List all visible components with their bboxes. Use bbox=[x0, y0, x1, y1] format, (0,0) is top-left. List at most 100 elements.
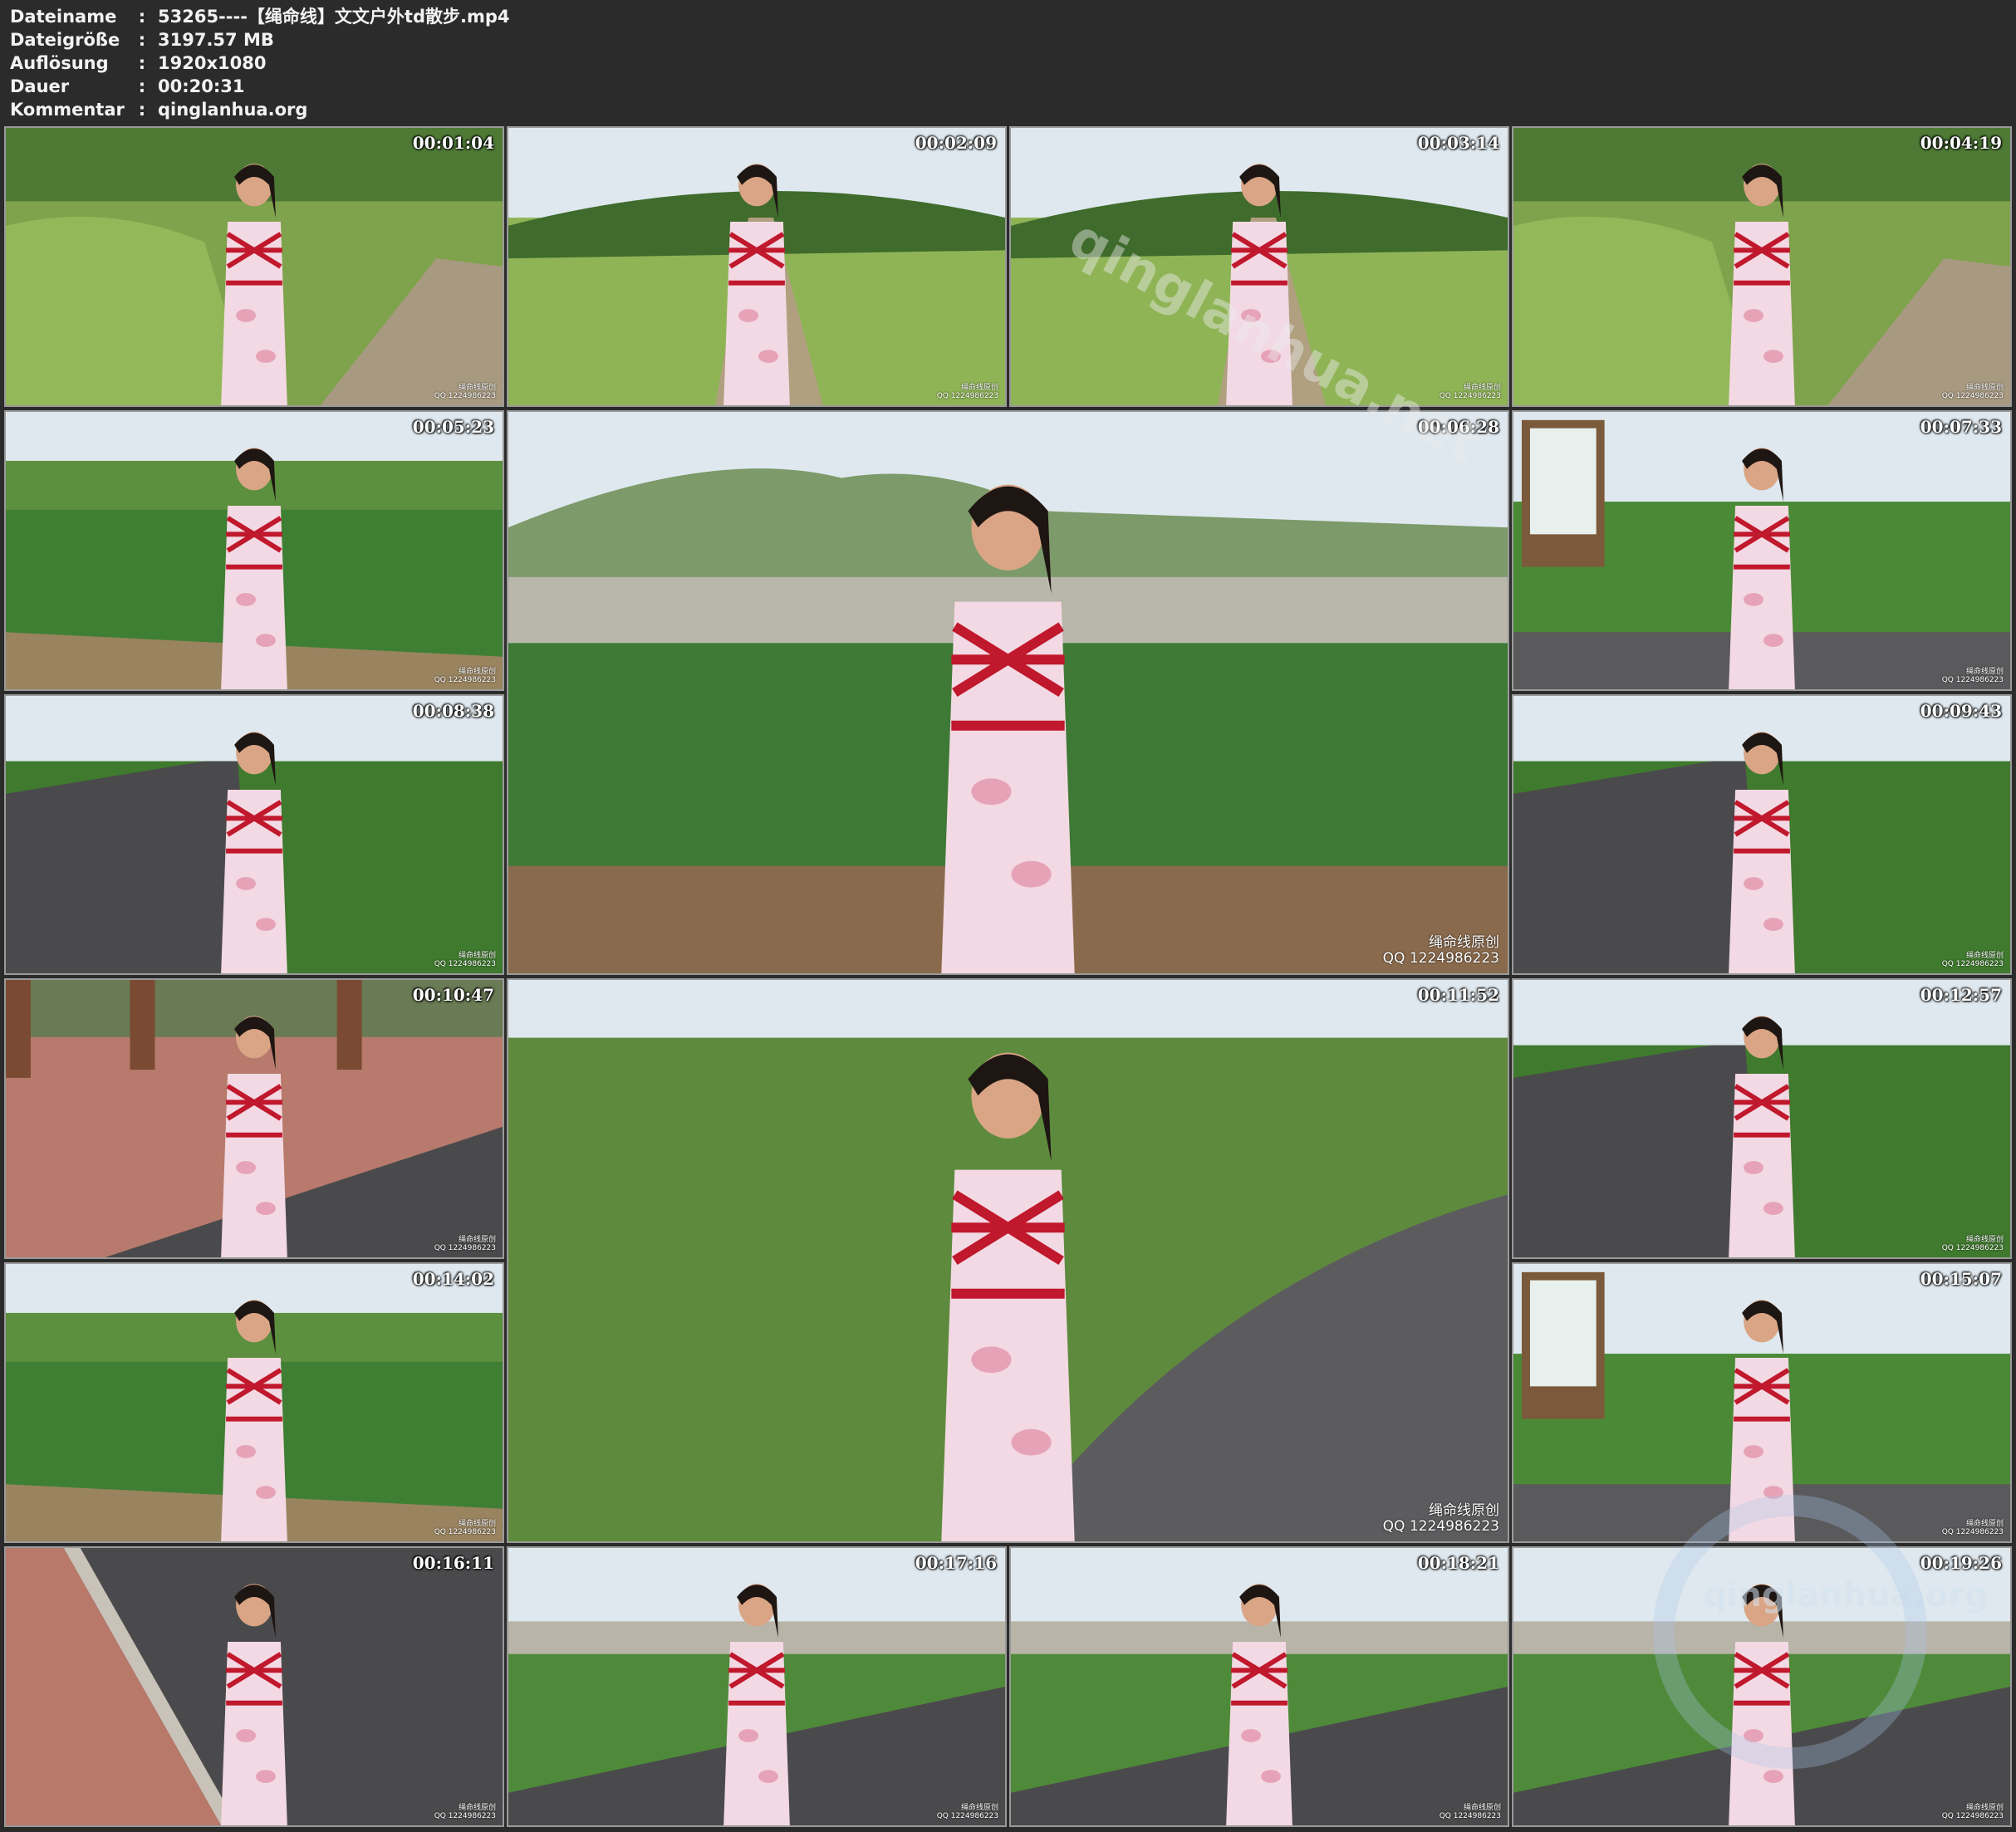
video-thumbnail[interactable]: 00:01:04 绳命线原创 QQ 1224986223 bbox=[4, 126, 504, 407]
meta-separator: : bbox=[138, 30, 146, 50]
meta-row-duration: Dauer:00:20:31 bbox=[10, 75, 244, 98]
watermark-line-2: QQ 1224986223 bbox=[1941, 676, 2004, 684]
thumbnail-timestamp: 00:02:09 bbox=[915, 133, 997, 153]
video-thumbnail[interactable]: 00:17:16 绳命线原创 QQ 1224986223 bbox=[507, 1546, 1007, 1827]
video-thumbnail[interactable]: 00:06:28 绳命线原创 QQ 1224986223 bbox=[507, 410, 1509, 975]
watermark-line-1: 绳命线原创 bbox=[1965, 668, 2004, 676]
thumbnail-timestamp: 00:06:28 bbox=[1417, 417, 1499, 437]
thumbnail-watermark: 绳命线原创 QQ 1224986223 bbox=[434, 1520, 496, 1536]
thumbnail-timestamp: 00:18:21 bbox=[1417, 1553, 1499, 1573]
meta-separator: : bbox=[138, 53, 146, 73]
video-thumbnail[interactable]: 00:14:02 绳命线原创 QQ 1224986223 bbox=[4, 1262, 504, 1543]
meta-value-filename: 53265----【绳命线】文文户外td散步.mp4 bbox=[158, 7, 510, 27]
thumbnail-timestamp: 00:16:11 bbox=[412, 1553, 494, 1573]
watermark-line-2: QQ 1224986223 bbox=[434, 1244, 496, 1252]
watermark-line-2: QQ 1224986223 bbox=[1439, 392, 1501, 400]
watermark-line-1: 绳命线原创 bbox=[458, 384, 496, 392]
watermark-line-1: 绳命线原创 bbox=[1965, 1520, 2004, 1528]
video-thumbnail[interactable]: 00:05:23 绳命线原创 QQ 1224986223 bbox=[4, 410, 504, 691]
watermark-line-1: 绳命线原创 bbox=[1429, 934, 1499, 951]
meta-key: Auflösung bbox=[10, 53, 109, 73]
scene-image bbox=[6, 128, 503, 405]
meta-key: Dauer bbox=[10, 76, 70, 96]
meta-key: Kommentar bbox=[10, 100, 125, 120]
meta-row-resolution: Auflösung:1920x1080 bbox=[10, 51, 266, 75]
video-thumbnail[interactable]: 00:02:09 绳命线原创 QQ 1224986223 bbox=[507, 126, 1007, 407]
meta-value-filesize: 3197.57 MB bbox=[158, 30, 274, 50]
video-thumbnail[interactable]: 00:12:57 绳命线原创 QQ 1224986223 bbox=[1512, 978, 2012, 1259]
scene-image bbox=[6, 1264, 503, 1541]
video-thumbnail[interactable]: 00:10:47 绳命线原创 QQ 1224986223 bbox=[4, 978, 504, 1259]
scene-image bbox=[508, 980, 1508, 1541]
video-thumbnail[interactable]: 00:07:33 绳命线原创 QQ 1224986223 bbox=[1512, 410, 2012, 691]
watermark-line-1: 绳命线原创 bbox=[458, 1520, 496, 1528]
meta-value-duration: 00:20:31 bbox=[158, 76, 245, 96]
watermark-line-2: QQ 1224986223 bbox=[1941, 960, 2004, 968]
scene-image bbox=[6, 1548, 503, 1825]
video-thumbnail[interactable]: 00:04:19 绳命线原创 QQ 1224986223 bbox=[1512, 126, 2012, 407]
watermark-line-2: QQ 1224986223 bbox=[434, 1812, 496, 1820]
watermark-line-1: 绳命线原创 bbox=[1965, 952, 2004, 960]
watermark-line-2: QQ 1224986223 bbox=[936, 392, 998, 400]
thumbnail-timestamp: 00:17:16 bbox=[915, 1553, 997, 1573]
thumbnail-watermark: 绳命线原创 QQ 1224986223 bbox=[1942, 1520, 2004, 1536]
meta-key: Dateigröße bbox=[10, 30, 120, 50]
watermark-line-1: 绳命线原创 bbox=[458, 668, 496, 676]
watermark-line-1: 绳命线原创 bbox=[1965, 1236, 2004, 1244]
scene-image bbox=[1513, 980, 2010, 1257]
watermark-line-1: 绳命线原创 bbox=[960, 1804, 998, 1812]
meta-row-filesize: Dateigröße:3197.57 MB bbox=[10, 28, 274, 51]
watermark-line-2: QQ 1224986223 bbox=[936, 1812, 998, 1820]
watermark-line-2: QQ 1224986223 bbox=[1941, 1528, 2004, 1536]
video-thumbnail[interactable]: 00:03:14 绳命线原创 QQ 1224986223 bbox=[1009, 126, 1509, 407]
info-header: Dateiname:53265----【绳命线】文文户外td散步.mp4 Dat… bbox=[0, 0, 2016, 123]
meta-separator: : bbox=[138, 100, 146, 120]
thumbnail-watermark: 绳命线原创 QQ 1224986223 bbox=[1942, 384, 2004, 400]
thumbnail-watermark: 绳命线原创 QQ 1224986223 bbox=[434, 668, 496, 684]
watermark-line-1: 绳命线原创 bbox=[458, 952, 496, 960]
video-thumbnail[interactable]: 00:18:21 绳命线原创 QQ 1224986223 bbox=[1009, 1546, 1509, 1827]
watermark-line-2: QQ 1224986223 bbox=[1439, 1812, 1501, 1820]
watermark-line-1: 绳命线原创 bbox=[458, 1804, 496, 1812]
globe-watermark bbox=[1653, 1495, 1927, 1769]
thumbnail-timestamp: 00:07:33 bbox=[1920, 417, 2002, 437]
thumbnail-watermark: 绳命线原创 QQ 1224986223 bbox=[1942, 1804, 2004, 1820]
thumbnail-timestamp: 00:03:14 bbox=[1417, 133, 1499, 153]
watermark-line-2: QQ 1224986223 bbox=[1941, 1244, 2004, 1252]
scene-image bbox=[6, 696, 503, 973]
scene-image bbox=[6, 980, 503, 1257]
watermark-line-2: QQ 1224986223 bbox=[1382, 950, 1499, 967]
thumbnail-timestamp: 00:05:23 bbox=[412, 417, 494, 437]
thumbnail-timestamp: 00:14:02 bbox=[412, 1269, 494, 1289]
video-thumbnail[interactable]: 00:11:52 绳命线原创 QQ 1224986223 bbox=[507, 978, 1509, 1543]
thumbnail-timestamp: 00:10:47 bbox=[412, 985, 494, 1005]
scene-image bbox=[1011, 128, 1508, 405]
scene-image bbox=[6, 412, 503, 689]
meta-value-resolution: 1920x1080 bbox=[158, 53, 267, 73]
thumbnail-timestamp: 00:04:19 bbox=[1920, 133, 2002, 153]
video-thumbnail[interactable]: 00:09:43 绳命线原创 QQ 1224986223 bbox=[1512, 694, 2012, 975]
meta-key: Dateiname bbox=[10, 7, 117, 27]
thumbnail-watermark: 绳命线原创 QQ 1224986223 bbox=[434, 384, 496, 400]
watermark-line-1: 绳命线原创 bbox=[1965, 1804, 2004, 1812]
thumbnail-watermark: 绳命线原创 QQ 1224986223 bbox=[434, 1236, 496, 1252]
watermark-line-1: 绳命线原创 bbox=[1429, 1502, 1499, 1519]
watermark-line-2: QQ 1224986223 bbox=[434, 960, 496, 968]
meta-value-comment: qinglanhua.org bbox=[158, 100, 308, 120]
scene-image bbox=[1513, 128, 2010, 405]
video-thumbnail[interactable]: 00:16:11 绳命线原创 QQ 1224986223 bbox=[4, 1546, 504, 1827]
thumbnail-timestamp: 00:12:57 bbox=[1920, 985, 2002, 1005]
watermark-line-2: QQ 1224986223 bbox=[1941, 392, 2004, 400]
thumbnail-timestamp: 00:15:07 bbox=[1920, 1269, 2002, 1289]
watermark-line-2: QQ 1224986223 bbox=[1941, 1812, 2004, 1820]
watermark-line-1: 绳命线原创 bbox=[1463, 1804, 1501, 1812]
watermark-line-2: QQ 1224986223 bbox=[434, 676, 496, 684]
scene-image bbox=[508, 412, 1508, 973]
video-thumbnail[interactable]: 00:08:38 绳命线原创 QQ 1224986223 bbox=[4, 694, 504, 975]
thumbnail-timestamp: 00:11:52 bbox=[1417, 985, 1499, 1005]
thumbnail-watermark: 绳命线原创 QQ 1224986223 bbox=[1942, 668, 2004, 684]
thumbnail-watermark: 绳命线原创 QQ 1224986223 bbox=[1440, 384, 1501, 400]
thumbnail-timestamp: 00:09:43 bbox=[1920, 701, 2002, 721]
thumbnail-watermark: 绳命线原创 QQ 1224986223 bbox=[937, 384, 998, 400]
watermark-line-2: QQ 1224986223 bbox=[434, 392, 496, 400]
